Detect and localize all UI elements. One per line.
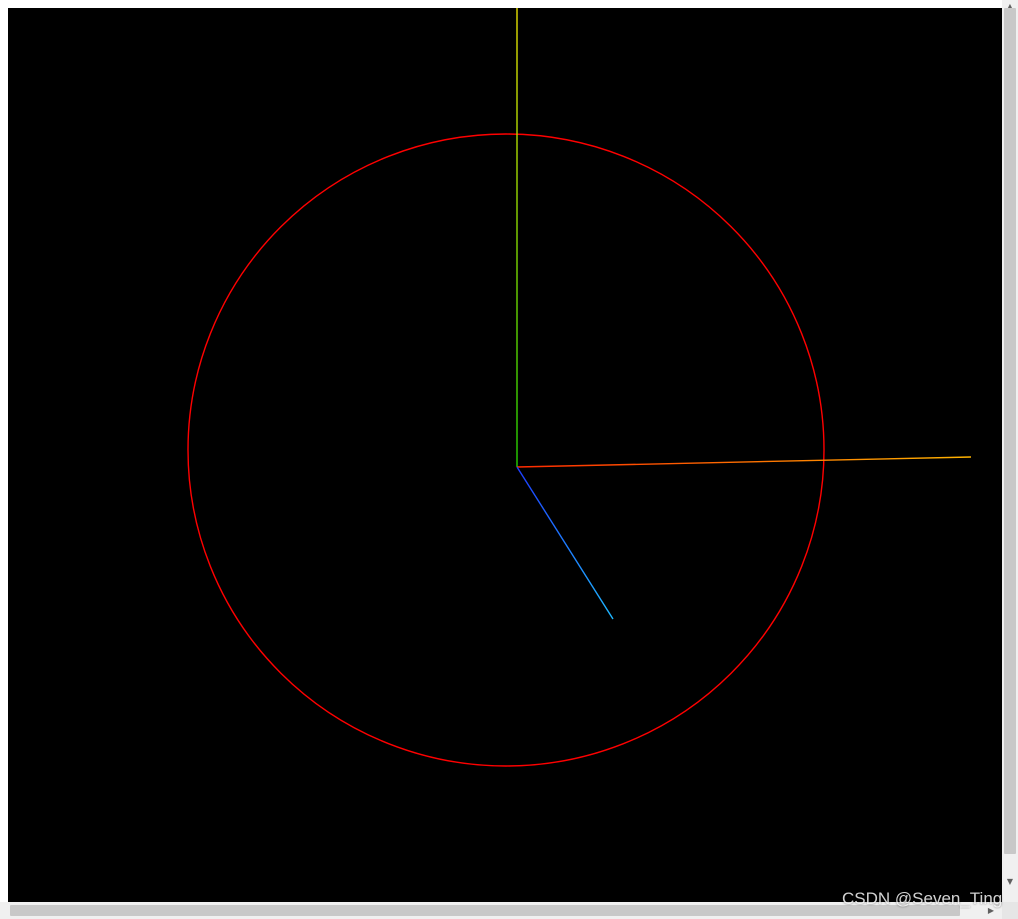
horizontal-scrollbar[interactable]: ▶ bbox=[0, 902, 1002, 919]
axis-x-line bbox=[516, 456, 972, 468]
vertical-scrollbar[interactable]: ▲ ▼ bbox=[1002, 0, 1018, 902]
webgl-viewport[interactable] bbox=[8, 8, 1002, 902]
red-circle-outline bbox=[187, 133, 825, 767]
vertical-scroll-thumb[interactable] bbox=[1004, 8, 1016, 854]
horizontal-scroll-thumb[interactable] bbox=[10, 905, 960, 916]
scroll-right-icon[interactable]: ▶ bbox=[984, 902, 998, 919]
scrollbar-corner bbox=[1002, 902, 1018, 919]
app-window: ▲ ▼ ▶ CSDN @Seven_Ting bbox=[0, 0, 1018, 919]
scene-canvas[interactable] bbox=[8, 8, 1002, 902]
axis-z-line bbox=[516, 466, 614, 620]
scroll-down-icon[interactable]: ▼ bbox=[1002, 875, 1018, 889]
